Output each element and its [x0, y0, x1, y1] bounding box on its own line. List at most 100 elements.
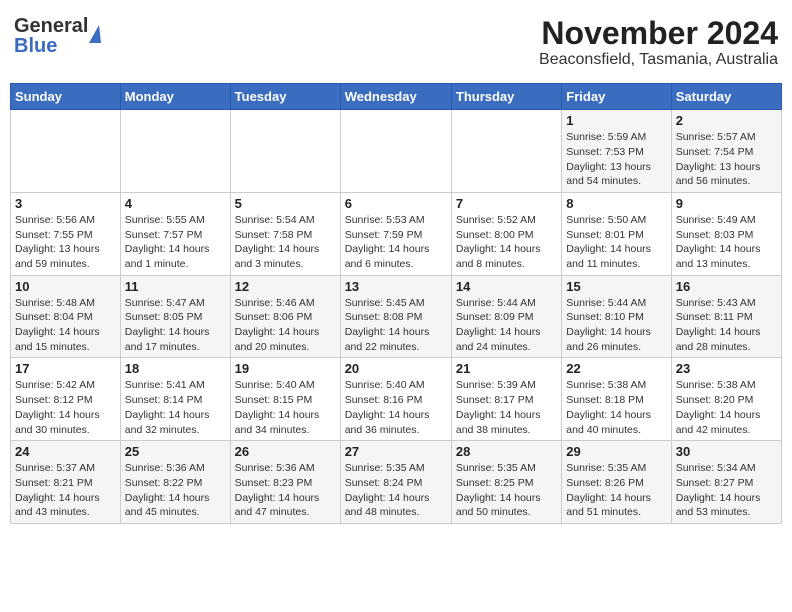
cell-day-number: 11 [125, 279, 226, 294]
cell-info-text: Sunrise: 5:40 AM Sunset: 8:15 PM Dayligh… [235, 378, 336, 437]
cell-info-text: Sunrise: 5:35 AM Sunset: 8:26 PM Dayligh… [566, 461, 666, 520]
calendar-body: 1 Sunrise: 5:59 AM Sunset: 7:53 PM Daylig… [11, 110, 782, 524]
cell-info-text: Sunrise: 5:52 AM Sunset: 8:00 PM Dayligh… [456, 213, 557, 272]
calendar-cell: 6Sunrise: 5:53 AM Sunset: 7:59 PM Daylig… [340, 192, 451, 275]
cell-day-number: 14 [456, 279, 557, 294]
calendar-header: SundayMondayTuesdayWednesdayThursdayFrid… [11, 84, 782, 110]
calendar-cell: 26Sunrise: 5:36 AM Sunset: 8:23 PM Dayli… [230, 441, 340, 524]
calendar-cell: 20 Sunrise: 5:40 AM Sunset: 8:16 PM Dayli… [340, 358, 451, 441]
day-header-friday: Friday [562, 84, 671, 110]
calendar-week-row: 3 Sunrise: 5:56 AM Sunset: 7:55 PM Daylig… [11, 192, 782, 275]
calendar-cell: 18 Sunrise: 5:41 AM Sunset: 8:14 PM Dayli… [120, 358, 230, 441]
calendar-cell: 30 Sunrise: 5:34 AM Sunset: 8:27 PM Dayli… [671, 441, 781, 524]
cell-day-number: 25 [125, 444, 226, 459]
cell-info-text: Sunrise: 5:59 AM Sunset: 7:53 PM Dayligh… [566, 130, 666, 189]
cell-day-number: 5 [235, 196, 336, 211]
logo-line1: General [14, 16, 88, 36]
cell-info-text: Sunrise: 5:34 AM Sunset: 8:27 PM Dayligh… [676, 461, 777, 520]
cell-info-text: Sunrise: 5:38 AM Sunset: 8:18 PM Dayligh… [566, 378, 666, 437]
cell-info-text: Sunrise: 5:37 AM Sunset: 8:21 PM Dayligh… [15, 461, 116, 520]
cell-info-text: Sunrise: 5:48 AM Sunset: 8:04 PM Dayligh… [15, 296, 116, 355]
cell-day-number: 2 [676, 113, 777, 128]
calendar-cell: 2 Sunrise: 5:57 AM Sunset: 7:54 PM Daylig… [671, 110, 781, 193]
logo-triangle-icon [89, 25, 101, 43]
cell-day-number: 24 [15, 444, 116, 459]
cell-info-text: Sunrise: 5:42 AM Sunset: 8:12 PM Dayligh… [15, 378, 116, 437]
cell-day-number: 19 [235, 361, 336, 376]
cell-info-text: Sunrise: 5:45 AM Sunset: 8:08 PM Dayligh… [345, 296, 447, 355]
cell-day-number: 3 [15, 196, 116, 211]
calendar-cell: 14Sunrise: 5:44 AM Sunset: 8:09 PM Dayli… [451, 275, 561, 358]
cell-info-text: Sunrise: 5:54 AM Sunset: 7:58 PM Dayligh… [235, 213, 336, 272]
calendar-cell: 10 Sunrise: 5:48 AM Sunset: 8:04 PM Dayli… [11, 275, 121, 358]
cell-day-number: 4 [125, 196, 226, 211]
cell-info-text: Sunrise: 5:38 AM Sunset: 8:20 PM Dayligh… [676, 378, 777, 437]
cell-info-text: Sunrise: 5:44 AM Sunset: 8:10 PM Dayligh… [566, 296, 666, 355]
calendar-cell: 9Sunrise: 5:49 AM Sunset: 8:03 PM Daylig… [671, 192, 781, 275]
calendar-cell: 12 Sunrise: 5:46 AM Sunset: 8:06 PM Dayli… [230, 275, 340, 358]
cell-info-text: Sunrise: 5:56 AM Sunset: 7:55 PM Dayligh… [15, 213, 116, 272]
cell-day-number: 18 [125, 361, 226, 376]
calendar-cell: 16Sunrise: 5:43 AM Sunset: 8:11 PM Dayli… [671, 275, 781, 358]
calendar-cell: 5 Sunrise: 5:54 AM Sunset: 7:58 PM Daylig… [230, 192, 340, 275]
calendar-title: November 2024 [539, 16, 778, 51]
calendar-cell: 25Sunrise: 5:36 AM Sunset: 8:22 PM Dayli… [120, 441, 230, 524]
cell-info-text: Sunrise: 5:41 AM Sunset: 8:14 PM Dayligh… [125, 378, 226, 437]
calendar-cell [451, 110, 561, 193]
calendar-cell: 24 Sunrise: 5:37 AM Sunset: 8:21 PM Dayli… [11, 441, 121, 524]
calendar-cell: 7 Sunrise: 5:52 AM Sunset: 8:00 PM Daylig… [451, 192, 561, 275]
calendar-cell: 23 Sunrise: 5:38 AM Sunset: 8:20 PM Dayli… [671, 358, 781, 441]
logo-line2: Blue [14, 36, 88, 56]
calendar-cell [11, 110, 121, 193]
calendar-cell: 22Sunrise: 5:38 AM Sunset: 8:18 PM Dayli… [562, 358, 671, 441]
calendar-cell: 21Sunrise: 5:39 AM Sunset: 8:17 PM Dayli… [451, 358, 561, 441]
day-header-thursday: Thursday [451, 84, 561, 110]
cell-info-text: Sunrise: 5:36 AM Sunset: 8:23 PM Dayligh… [235, 461, 336, 520]
cell-info-text: Sunrise: 5:35 AM Sunset: 8:24 PM Dayligh… [345, 461, 447, 520]
calendar-cell [230, 110, 340, 193]
logo: General Blue [14, 16, 101, 56]
calendar-cell: 19 Sunrise: 5:40 AM Sunset: 8:15 PM Dayli… [230, 358, 340, 441]
cell-day-number: 8 [566, 196, 666, 211]
calendar-cell: 1 Sunrise: 5:59 AM Sunset: 7:53 PM Daylig… [562, 110, 671, 193]
cell-info-text: Sunrise: 5:57 AM Sunset: 7:54 PM Dayligh… [676, 130, 777, 189]
cell-day-number: 13 [345, 279, 447, 294]
cell-day-number: 21 [456, 361, 557, 376]
calendar-cell: 13 Sunrise: 5:45 AM Sunset: 8:08 PM Dayli… [340, 275, 451, 358]
calendar-cell: 15Sunrise: 5:44 AM Sunset: 8:10 PM Dayli… [562, 275, 671, 358]
page-header: General Blue November 2024 Beaconsfield,… [10, 10, 782, 75]
calendar-table: SundayMondayTuesdayWednesdayThursdayFrid… [10, 83, 782, 524]
title-block: November 2024 Beaconsfield, Tasmania, Au… [539, 16, 778, 69]
cell-info-text: Sunrise: 5:53 AM Sunset: 7:59 PM Dayligh… [345, 213, 447, 272]
cell-info-text: Sunrise: 5:50 AM Sunset: 8:01 PM Dayligh… [566, 213, 666, 272]
cell-day-number: 23 [676, 361, 777, 376]
day-header-row: SundayMondayTuesdayWednesdayThursdayFrid… [11, 84, 782, 110]
cell-info-text: Sunrise: 5:40 AM Sunset: 8:16 PM Dayligh… [345, 378, 447, 437]
day-header-saturday: Saturday [671, 84, 781, 110]
calendar-cell [340, 110, 451, 193]
calendar-cell: 3 Sunrise: 5:56 AM Sunset: 7:55 PM Daylig… [11, 192, 121, 275]
cell-day-number: 7 [456, 196, 557, 211]
calendar-cell: 4 Sunrise: 5:55 AM Sunset: 7:57 PM Daylig… [120, 192, 230, 275]
cell-day-number: 30 [676, 444, 777, 459]
cell-day-number: 16 [676, 279, 777, 294]
day-header-tuesday: Tuesday [230, 84, 340, 110]
cell-day-number: 12 [235, 279, 336, 294]
calendar-week-row: 17Sunrise: 5:42 AM Sunset: 8:12 PM Dayli… [11, 358, 782, 441]
calendar-subtitle: Beaconsfield, Tasmania, Australia [539, 51, 778, 69]
cell-info-text: Sunrise: 5:47 AM Sunset: 8:05 PM Dayligh… [125, 296, 226, 355]
cell-info-text: Sunrise: 5:46 AM Sunset: 8:06 PM Dayligh… [235, 296, 336, 355]
calendar-week-row: 10 Sunrise: 5:48 AM Sunset: 8:04 PM Dayli… [11, 275, 782, 358]
cell-info-text: Sunrise: 5:55 AM Sunset: 7:57 PM Dayligh… [125, 213, 226, 272]
day-header-wednesday: Wednesday [340, 84, 451, 110]
cell-day-number: 9 [676, 196, 777, 211]
calendar-cell: 8 Sunrise: 5:50 AM Sunset: 8:01 PM Daylig… [562, 192, 671, 275]
cell-info-text: Sunrise: 5:35 AM Sunset: 8:25 PM Dayligh… [456, 461, 557, 520]
cell-day-number: 27 [345, 444, 447, 459]
calendar-cell: 28Sunrise: 5:35 AM Sunset: 8:25 PM Dayli… [451, 441, 561, 524]
cell-day-number: 1 [566, 113, 666, 128]
cell-day-number: 20 [345, 361, 447, 376]
cell-day-number: 10 [15, 279, 116, 294]
calendar-week-row: 24 Sunrise: 5:37 AM Sunset: 8:21 PM Dayli… [11, 441, 782, 524]
calendar-cell [120, 110, 230, 193]
